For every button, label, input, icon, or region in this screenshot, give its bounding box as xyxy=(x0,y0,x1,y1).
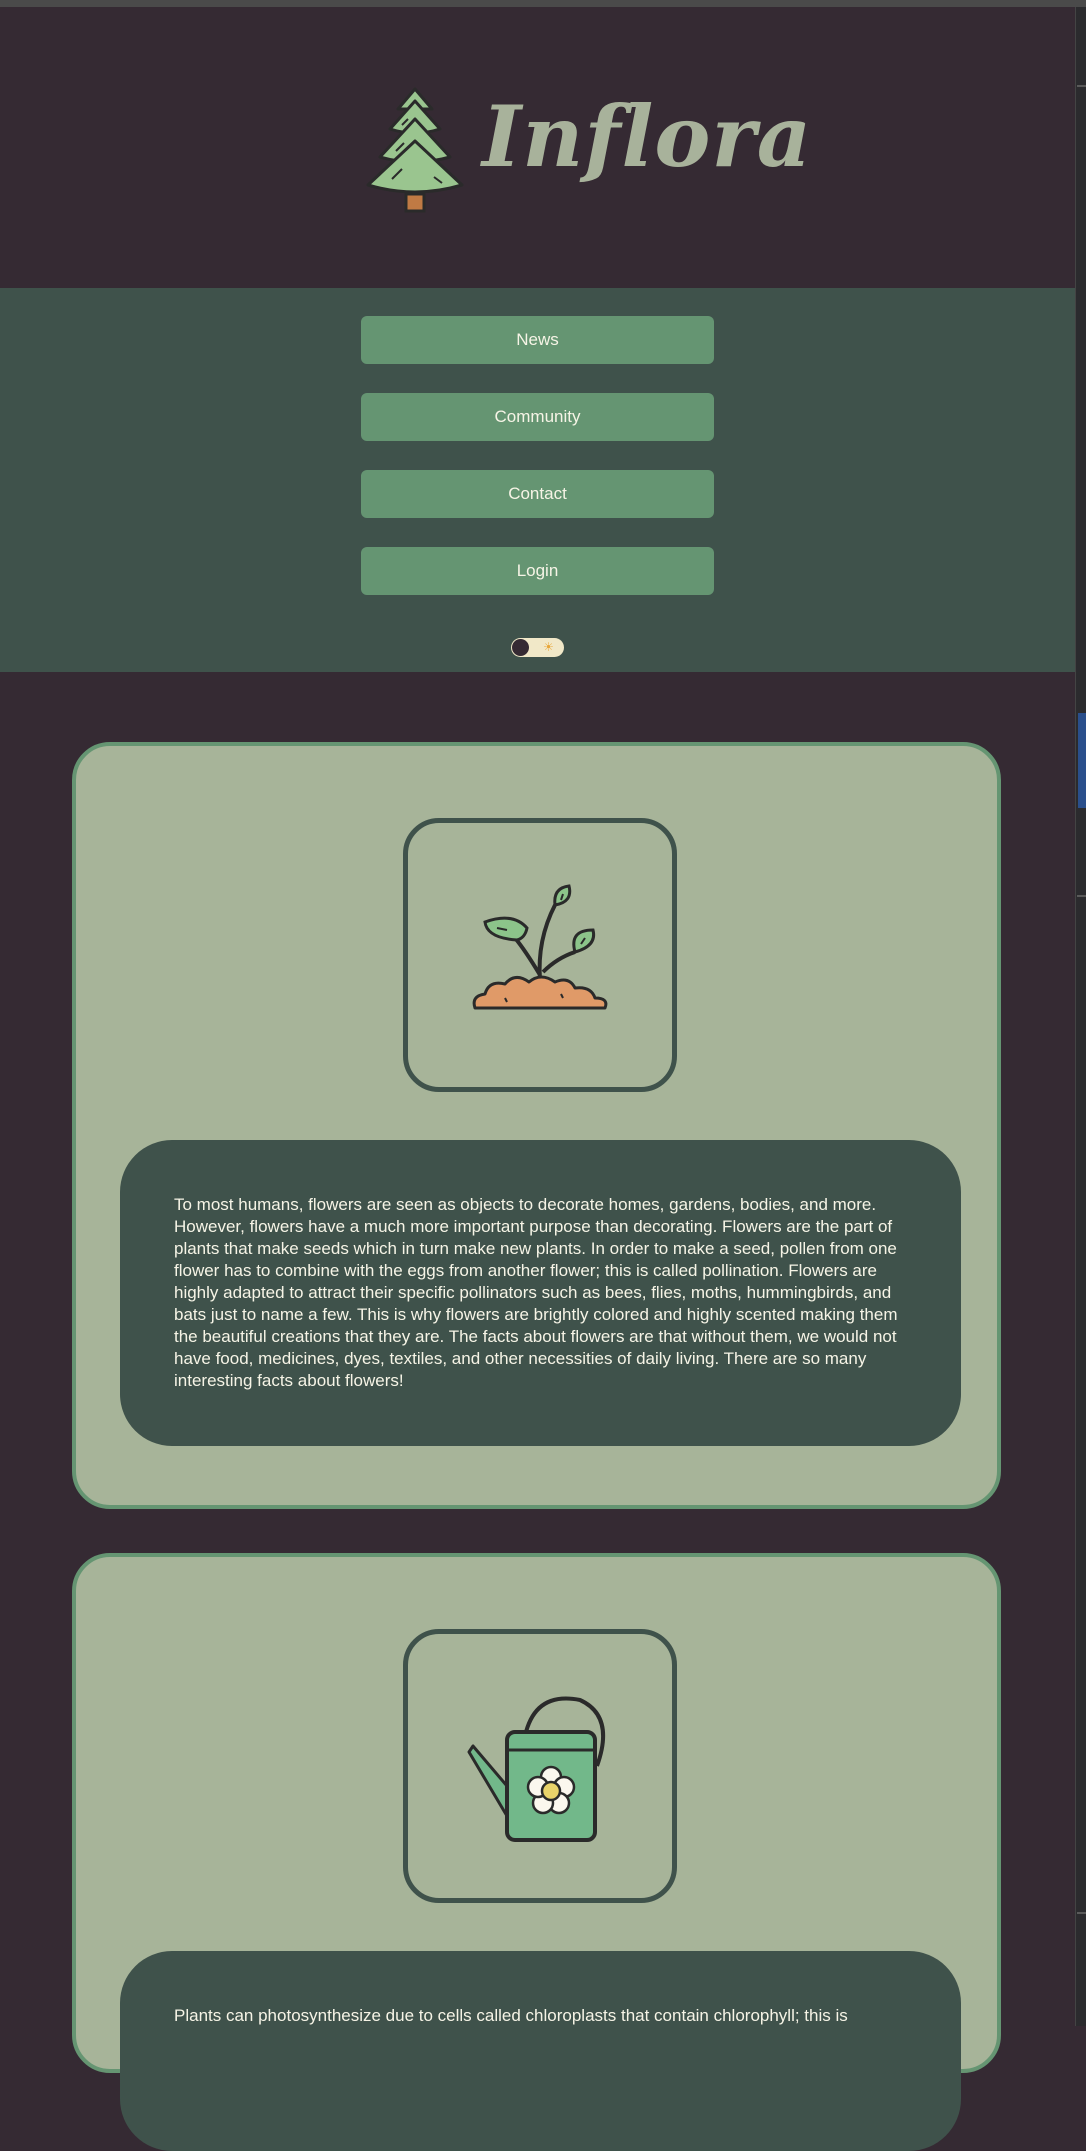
card-icon-frame xyxy=(403,1629,677,1903)
logo-text: Inflora xyxy=(482,87,813,186)
toggle-knob xyxy=(512,639,529,656)
watering-can-icon xyxy=(467,1696,606,1842)
site-header: Inflora xyxy=(0,7,1076,288)
card-text: Plants can photosynthesize due to cells … xyxy=(120,1951,961,2151)
theme-toggle[interactable]: ☀ xyxy=(511,638,564,657)
info-card: Plants can photosynthesize due to cells … xyxy=(72,1553,1001,2151)
main-nav: News Community Contact Login ☀ xyxy=(0,288,1076,672)
nav-news-button[interactable]: News xyxy=(361,316,714,364)
info-card: To most humans, flowers are seen as obje… xyxy=(72,742,1001,1509)
sprout-icon xyxy=(472,884,608,1010)
scrollbar-marker xyxy=(1077,85,1086,87)
scrollbar-marker xyxy=(1077,1912,1086,1914)
nav-contact-button[interactable]: Contact xyxy=(361,470,714,518)
page-scrollbar[interactable] xyxy=(1075,7,1086,2026)
card-icon-frame xyxy=(403,818,677,1092)
logo[interactable]: Inflora xyxy=(362,85,811,215)
tree-icon xyxy=(366,87,464,213)
scrollbar-marker xyxy=(1077,895,1086,897)
nav-login-button[interactable]: Login xyxy=(361,547,714,595)
scrollbar-thumb[interactable] xyxy=(1078,713,1086,808)
nav-community-button[interactable]: Community xyxy=(361,393,714,441)
card-text: To most humans, flowers are seen as obje… xyxy=(120,1140,961,1446)
browser-top-edge xyxy=(0,0,1086,7)
sun-icon: ☀ xyxy=(543,640,554,654)
